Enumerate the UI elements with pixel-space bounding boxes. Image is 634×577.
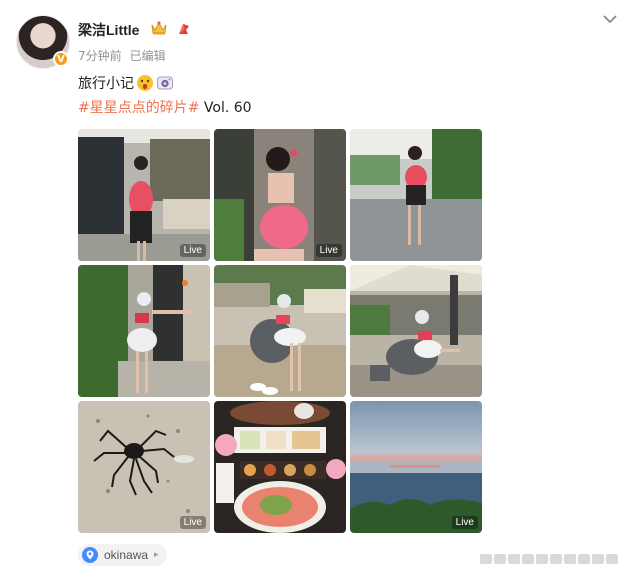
post-text-line1: 旅行小记: [78, 73, 174, 93]
post-text-line2: #星星点点的碎片# Vol. 60: [78, 97, 252, 117]
post-time[interactable]: 7分钟前: [78, 49, 122, 63]
chevron-right-icon: ▸: [154, 550, 159, 560]
post-meta: 7分钟前 已编辑: [78, 47, 166, 64]
sticker-badge-icon: [179, 24, 189, 34]
edited-label: 已编辑: [129, 49, 166, 63]
live-label: Live: [179, 516, 206, 529]
camera-emoji-icon: [157, 76, 173, 90]
hashtag-link[interactable]: #星星点点的碎片#: [78, 100, 199, 116]
photo-2[interactable]: Live: [214, 129, 346, 261]
photo-7[interactable]: Live: [78, 401, 210, 533]
photo-8[interactable]: [214, 401, 346, 533]
location-text: okinawa: [104, 548, 149, 562]
live-label: Live: [315, 244, 342, 257]
location-pin-icon: [82, 547, 98, 563]
photo-6[interactable]: [350, 265, 482, 397]
live-label: Live: [179, 244, 206, 257]
chevron-down-icon[interactable]: [602, 13, 618, 25]
photo-1[interactable]: Live: [78, 129, 210, 261]
username[interactable]: 梁洁Little: [78, 20, 139, 40]
photo-4[interactable]: [78, 265, 210, 397]
verified-badge-icon: V: [53, 51, 69, 67]
photo-9[interactable]: Live: [350, 401, 482, 533]
watermark: [480, 554, 618, 564]
post-text: 旅行小记: [78, 76, 134, 92]
location-tag[interactable]: okinawa ▸: [78, 544, 167, 566]
vol-text: Vol. 60: [199, 100, 252, 116]
photo-3[interactable]: [350, 129, 482, 261]
crown-badge-icon: [151, 21, 167, 35]
surprised-emoji-icon: [137, 75, 153, 91]
photo-5[interactable]: [214, 265, 346, 397]
live-label: Live: [451, 516, 478, 529]
